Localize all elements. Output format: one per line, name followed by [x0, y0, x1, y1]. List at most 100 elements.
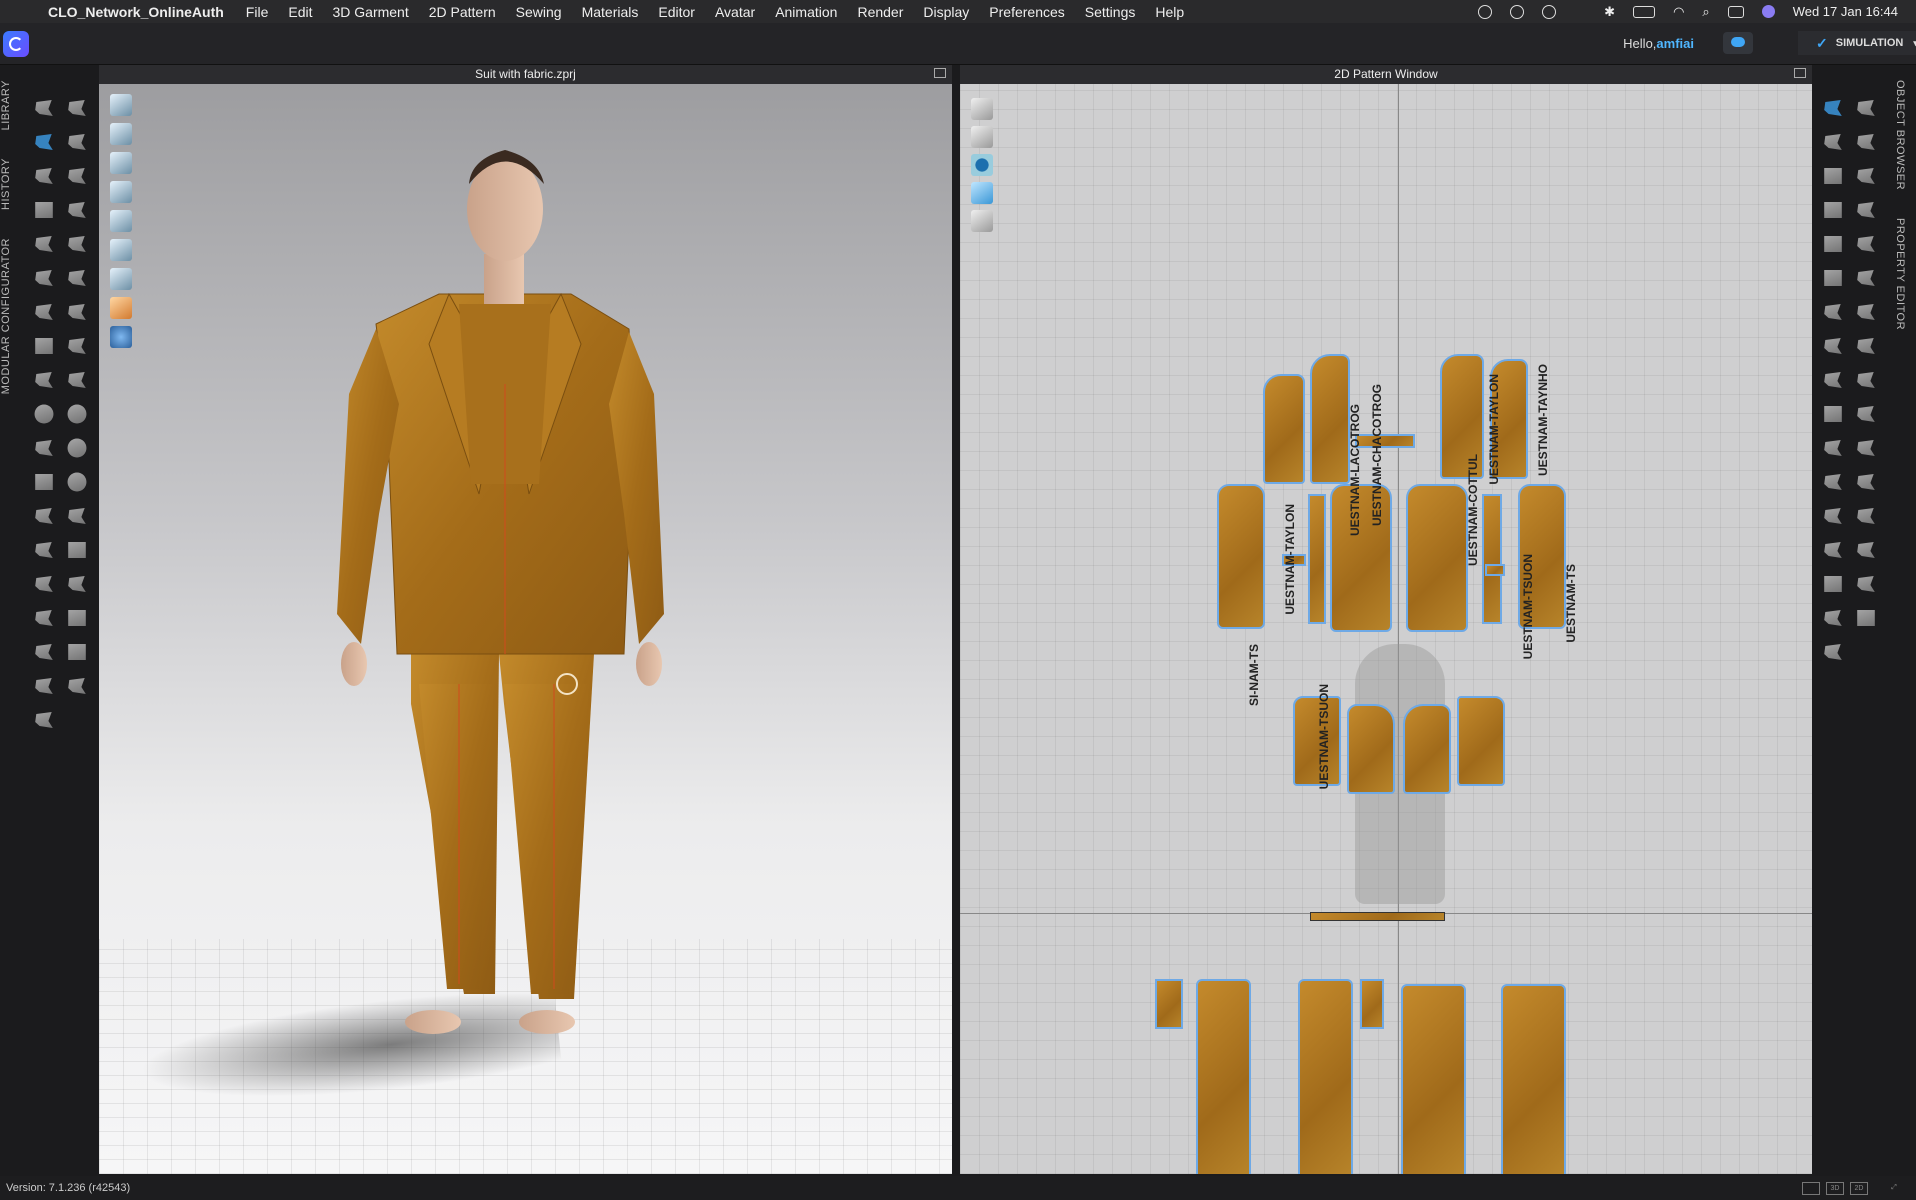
clo-logo-icon[interactable]: [3, 31, 29, 57]
line-tool-icon[interactable]: [35, 372, 53, 388]
hanger-tool-icon[interactable]: [35, 678, 53, 694]
pattern-piece[interactable]: [1457, 696, 1505, 786]
pattern-piece[interactable]: [1401, 984, 1466, 1174]
pattern-piece[interactable]: [1263, 374, 1305, 484]
app-name-menu[interactable]: CLO_Network_OnlineAuth: [48, 4, 224, 20]
cut-tool-icon[interactable]: [1824, 338, 1842, 354]
strain-tool-icon[interactable]: [68, 270, 86, 286]
view-globe-icon[interactable]: [110, 326, 132, 348]
transform-pattern-tool-icon[interactable]: [1824, 100, 1842, 116]
tab-history[interactable]: HISTORY: [0, 158, 12, 210]
layer-tool-icon[interactable]: [68, 644, 86, 660]
view-texture-icon[interactable]: [110, 239, 132, 261]
trim-tool-icon[interactable]: [68, 508, 86, 524]
menu-file[interactable]: File: [246, 4, 269, 20]
texture-tool-icon[interactable]: [68, 542, 86, 558]
grid-tool-icon[interactable]: [68, 338, 86, 354]
seam-allowance-tool-icon[interactable]: [1857, 406, 1875, 422]
walk-tool-icon[interactable]: [68, 100, 86, 116]
menu-materials[interactable]: Materials: [582, 4, 639, 20]
grading-tool-icon[interactable]: [1824, 576, 1842, 592]
scissor-tool-icon[interactable]: [68, 134, 86, 150]
view-pen-icon[interactable]: [110, 181, 132, 203]
brush-tool-icon[interactable]: [35, 168, 53, 184]
do-not-disturb-icon[interactable]: [1574, 6, 1586, 18]
topstitch-2d-tool-icon[interactable]: [1857, 440, 1875, 456]
3d-garment-viewport[interactable]: [99, 84, 952, 1174]
mirror-tool-icon[interactable]: [1857, 304, 1875, 320]
popout-2d-icon[interactable]: [1794, 68, 1806, 78]
pattern-piece[interactable]: [1501, 984, 1566, 1174]
view-shade-icon[interactable]: [110, 268, 132, 290]
simulation-toggle-button[interactable]: ✓ SIMULATION ▾: [1798, 31, 1916, 55]
layout-3d-icon[interactable]: 3D: [1826, 1182, 1844, 1195]
menu-preferences[interactable]: Preferences: [989, 4, 1064, 20]
pattern-piece[interactable]: [1196, 979, 1251, 1174]
pattern-piece[interactable]: [1360, 979, 1384, 1029]
pattern-piece[interactable]: [1482, 494, 1502, 624]
needle-tool-icon[interactable]: [68, 372, 86, 388]
box-tool-icon[interactable]: [35, 338, 53, 354]
fullscreen-icon[interactable]: ⤢: [1886, 1182, 1902, 1193]
pin-2d-tool-icon[interactable]: [1824, 610, 1842, 626]
tack-2d-tool-icon[interactable]: [1857, 236, 1875, 252]
globe-tool-icon[interactable]: [67, 404, 87, 424]
elastic-tool-icon[interactable]: [1857, 508, 1875, 524]
view-pattern-shirt-icon[interactable]: [971, 126, 993, 148]
tab-modular-configurator[interactable]: MODULAR CONFIGURATOR: [0, 238, 12, 394]
fit-map-tool-icon[interactable]: [68, 236, 86, 252]
view-pattern-pen-icon[interactable]: [971, 98, 993, 120]
shape-tool-icon[interactable]: [68, 304, 86, 320]
internal-polygon-tool-icon[interactable]: [1824, 236, 1842, 252]
status-icon[interactable]: [1478, 4, 1493, 19]
avatar-tool-icon[interactable]: [35, 610, 53, 626]
pattern-piece[interactable]: [1217, 484, 1265, 629]
lock-icon[interactable]: [971, 210, 993, 232]
control-center-icon[interactable]: [1727, 5, 1744, 18]
siri-icon[interactable]: [1761, 5, 1775, 18]
select-move-tool-icon[interactable]: [35, 100, 53, 116]
pattern-piece[interactable]: [1355, 434, 1415, 448]
popout-3d-icon[interactable]: [934, 68, 946, 78]
tab-property-editor[interactable]: PROPERTY EDITOR: [1894, 218, 1906, 330]
check-sewing-tool-icon[interactable]: [1857, 202, 1875, 218]
pin-tool-icon[interactable]: [35, 270, 53, 286]
print-tool-icon[interactable]: [68, 610, 86, 626]
dart-tool-icon[interactable]: [1824, 372, 1842, 388]
segment-sewing-tool-icon[interactable]: [1824, 304, 1842, 320]
texture-2d-tool-icon[interactable]: [1824, 270, 1842, 286]
menu-settings[interactable]: Settings: [1085, 4, 1136, 20]
menu-animation[interactable]: Animation: [775, 4, 837, 20]
topstitch-tool-icon[interactable]: [35, 542, 53, 558]
button-tool-icon[interactable]: [35, 440, 53, 456]
layout-2d-icon[interactable]: 2D: [1850, 1182, 1868, 1195]
measure-2d-tool-icon[interactable]: [1824, 474, 1842, 490]
sew-tool-icon[interactable]: [68, 202, 86, 218]
notch-tool-icon[interactable]: [1824, 406, 1842, 422]
view-avatar-icon[interactable]: [110, 152, 132, 174]
view-person-icon[interactable]: [110, 210, 132, 232]
time-machine-icon[interactable]: [1542, 4, 1557, 19]
garment-tool-icon[interactable]: [35, 202, 53, 218]
select-mesh-tool-icon[interactable]: [35, 134, 53, 150]
bluetooth-icon[interactable]: ✱: [1604, 4, 1615, 20]
tack-tool-icon[interactable]: [35, 304, 53, 320]
text-tool-icon[interactable]: [1824, 542, 1842, 558]
edit-point-tool-icon[interactable]: [1824, 134, 1842, 150]
trace-tool-icon[interactable]: [1857, 372, 1875, 388]
pattern-piece[interactable]: [1298, 979, 1353, 1174]
layout-single-icon[interactable]: [1802, 1182, 1820, 1195]
menubar-clock[interactable]: Wed 17 Jan 16:44: [1793, 4, 1898, 19]
battery-icon[interactable]: [1633, 5, 1656, 18]
table-tool-icon[interactable]: [1857, 610, 1875, 626]
lock-tool-icon[interactable]: [67, 472, 87, 492]
puckering-tool-icon[interactable]: [35, 576, 53, 592]
view-skin-icon[interactable]: [110, 297, 132, 319]
polygon-tool-icon[interactable]: [1824, 168, 1842, 184]
pattern-piece[interactable]: [1347, 704, 1395, 794]
curve-point-tool-icon[interactable]: [1857, 100, 1875, 116]
pattern-piece[interactable]: [1485, 564, 1505, 576]
menu-render[interactable]: Render: [857, 4, 903, 20]
flip-tool-icon[interactable]: [1857, 270, 1875, 286]
zipper-tool-icon[interactable]: [35, 508, 53, 524]
